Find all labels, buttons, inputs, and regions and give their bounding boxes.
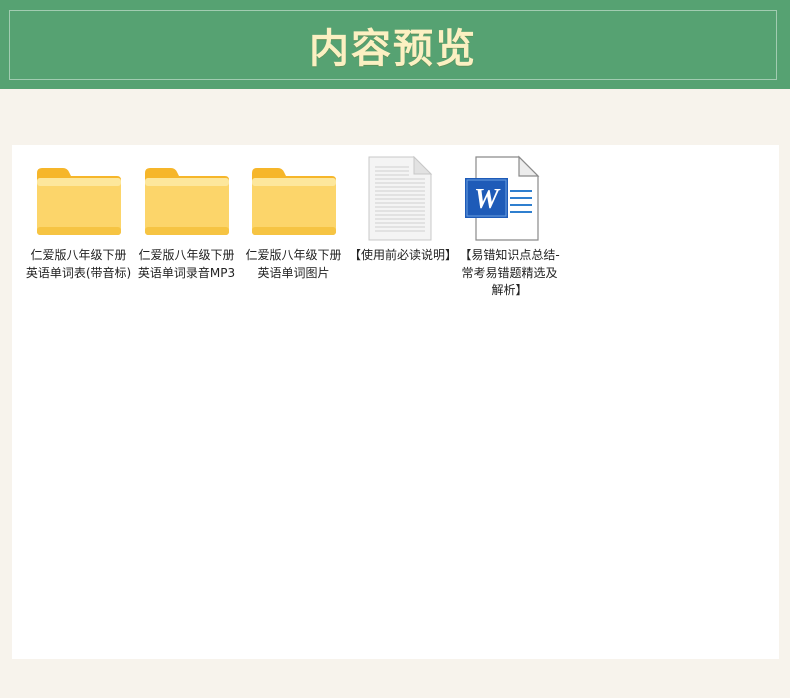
- folder-icon: [240, 155, 347, 245]
- header-frame: 内容预览: [9, 10, 777, 80]
- text-document-icon: [349, 155, 456, 245]
- word-document-icon: W: [456, 155, 563, 245]
- file-item-label: 【使用前必读说明】: [349, 248, 458, 262]
- folder-icon: [25, 155, 132, 245]
- file-item-label: 仁爱版八年级下册英语单词录音MP3: [137, 248, 236, 280]
- header-banner: 内容预览: [0, 0, 790, 89]
- file-item-label: 【易错知识点总结-常考易错题精选及解析】: [459, 248, 560, 297]
- svg-text:W: W: [474, 184, 501, 215]
- file-item-label: 仁爱版八年级下册英语单词表(带音标): [25, 248, 132, 280]
- page-title: 内容预览: [309, 25, 477, 72]
- file-item-label: 仁爱版八年级下册英语单词图片: [245, 248, 342, 280]
- folder-icon: [133, 155, 240, 245]
- file-preview-panel: 仁爱版八年级下册英语单词表(带音标) 仁爱版八年级下册英语单词录音MP3 仁爱版…: [12, 145, 779, 659]
